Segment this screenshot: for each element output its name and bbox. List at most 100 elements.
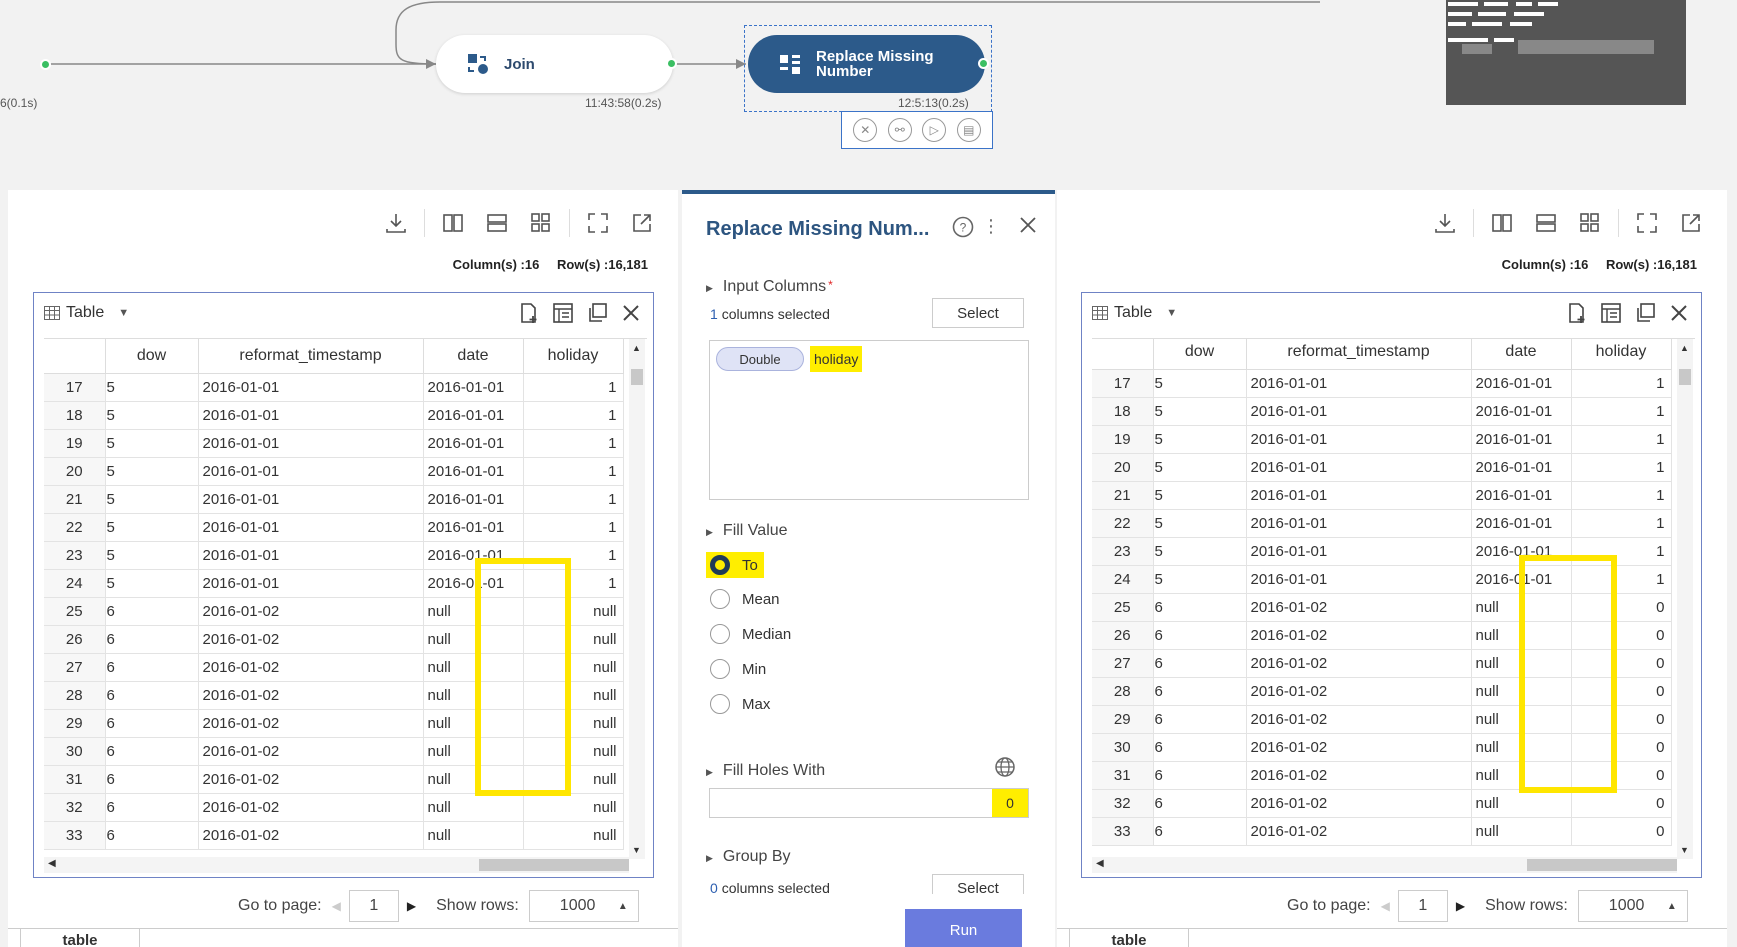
open-external-icon[interactable] xyxy=(627,208,657,238)
group-by-section[interactable]: ▶ Group By xyxy=(706,848,791,866)
close-icon[interactable] xyxy=(619,301,643,325)
help-icon[interactable]: ? xyxy=(952,216,974,238)
input-columns-section[interactable]: ▶ Input Columns * xyxy=(706,278,833,296)
table-row[interactable]: 27 6 2016-01-02 null 0 xyxy=(1092,649,1672,678)
table-row[interactable]: 31 6 2016-01-02 null null xyxy=(44,765,624,794)
table-row[interactable]: 20 5 2016-01-01 2016-01-01 1 xyxy=(44,457,624,486)
join-output-port[interactable] xyxy=(666,58,677,69)
prev-page-icon[interactable]: ◀ xyxy=(1381,899,1390,913)
radio-mean[interactable]: Mean xyxy=(710,589,780,609)
table-row[interactable]: 32 6 2016-01-02 null 0 xyxy=(1092,789,1672,818)
clipboard-icon[interactable]: ▤ xyxy=(956,118,981,142)
table-row[interactable]: 27 6 2016-01-02 null null xyxy=(44,653,624,682)
column-header[interactable]: dow xyxy=(1153,339,1247,370)
next-page-icon[interactable]: ▶ xyxy=(1456,899,1465,913)
view-type-dropdown-icon[interactable]: ▼ xyxy=(1166,307,1177,319)
run-button[interactable]: Run xyxy=(905,909,1022,947)
close-panel-icon[interactable] xyxy=(1019,216,1037,234)
stop-icon[interactable]: ✕ xyxy=(853,118,878,142)
rows-per-page-select[interactable]: 1000 ▲ xyxy=(1577,890,1688,922)
column-header[interactable]: holiday xyxy=(523,339,624,374)
copy-icon[interactable] xyxy=(585,301,609,325)
radio-min[interactable]: Min xyxy=(710,659,766,679)
table-row[interactable]: 23 5 2016-01-01 2016-01-01 1 xyxy=(44,541,624,570)
split-horizontal-icon[interactable] xyxy=(1531,208,1561,238)
table-row[interactable]: 25 6 2016-01-02 null null xyxy=(44,597,624,626)
replace-missing-number-node[interactable]: Replace Missing Number xyxy=(748,35,985,93)
more-options-icon[interactable]: ⋮ xyxy=(982,216,1000,237)
table-row[interactable]: 24 5 2016-01-01 2016-01-01 1 xyxy=(1092,565,1672,594)
table-row[interactable]: 33 6 2016-01-02 null null xyxy=(44,821,624,850)
grid-layout-icon[interactable] xyxy=(1575,208,1605,238)
next-page-icon[interactable]: ▶ xyxy=(407,899,416,913)
table-row[interactable]: 30 6 2016-01-02 null 0 xyxy=(1092,733,1672,762)
table-row[interactable]: 20 5 2016-01-01 2016-01-01 1 xyxy=(1092,453,1672,482)
radio-max[interactable]: Max xyxy=(710,694,770,714)
select-input-columns-button[interactable]: Select xyxy=(932,298,1024,328)
table-row[interactable]: 26 6 2016-01-02 null null xyxy=(44,625,624,654)
table-row[interactable]: 24 5 2016-01-01 2016-01-01 1 xyxy=(44,569,624,598)
table-row[interactable]: 32 6 2016-01-02 null null xyxy=(44,793,624,822)
table-row[interactable]: 17 5 2016-01-01 2016-01-01 1 xyxy=(44,373,624,402)
split-horizontal-icon[interactable] xyxy=(482,208,512,238)
radio-to[interactable]: To xyxy=(706,552,764,578)
fill-holes-section[interactable]: ▶ Fill Holes With xyxy=(706,762,825,780)
horizontal-scrollbar[interactable]: ◀ xyxy=(1092,857,1677,873)
data-grid[interactable]: dow reformat_timestamp date holiday 17 5 2… xyxy=(1092,338,1695,858)
table-row[interactable]: 21 5 2016-01-01 2016-01-01 1 xyxy=(44,485,624,514)
share-icon[interactable]: ⚯ xyxy=(887,118,912,142)
expand-icon[interactable] xyxy=(1632,208,1662,238)
download-icon[interactable] xyxy=(1430,208,1460,238)
table-row[interactable]: 17 5 2016-01-01 2016-01-01 1 xyxy=(1092,369,1672,398)
column-settings-icon[interactable] xyxy=(1599,301,1623,325)
output-port[interactable] xyxy=(40,59,51,70)
table-row[interactable]: 29 6 2016-01-02 null 0 xyxy=(1092,705,1672,734)
column-header[interactable]: dow xyxy=(105,339,199,374)
tab-table[interactable]: table xyxy=(1069,929,1189,947)
play-icon[interactable]: ▷ xyxy=(922,118,947,142)
copy-icon[interactable] xyxy=(1633,301,1657,325)
split-vertical-icon[interactable] xyxy=(1487,208,1517,238)
close-icon[interactable] xyxy=(1667,301,1691,325)
view-type-dropdown-icon[interactable]: ▼ xyxy=(118,307,129,319)
prev-page-icon[interactable]: ◀ xyxy=(332,899,341,913)
table-row[interactable]: 19 5 2016-01-01 2016-01-01 1 xyxy=(1092,425,1672,454)
minimap[interactable] xyxy=(1446,0,1686,105)
fill-holes-input[interactable]: 0 xyxy=(709,788,1029,818)
column-header[interactable]: holiday xyxy=(1571,339,1672,370)
radio-median[interactable]: Median xyxy=(710,624,791,644)
replace-output-port[interactable] xyxy=(978,58,989,69)
open-external-icon[interactable] xyxy=(1676,208,1706,238)
vertical-scrollbar[interactable]: ▲ ▼ xyxy=(1677,339,1693,859)
data-grid[interactable]: dow reformat_timestamp date holiday 17 5 2… xyxy=(44,338,647,858)
view-type-label[interactable]: Table xyxy=(66,304,104,322)
table-row[interactable]: 22 5 2016-01-01 2016-01-01 1 xyxy=(1092,509,1672,538)
table-row[interactable]: 21 5 2016-01-01 2016-01-01 1 xyxy=(1092,481,1672,510)
expand-icon[interactable] xyxy=(583,208,613,238)
table-row[interactable]: 22 5 2016-01-01 2016-01-01 1 xyxy=(44,513,624,542)
workflow-canvas[interactable]: 6(0.1s) Join 11:43:58(0.2s) Replace Miss… xyxy=(0,0,1737,190)
table-row[interactable]: 33 6 2016-01-02 null 0 xyxy=(1092,817,1672,846)
table-row[interactable]: 25 6 2016-01-02 null 0 xyxy=(1092,593,1672,622)
vertical-scrollbar[interactable]: ▲ ▼ xyxy=(629,339,645,859)
horizontal-scrollbar[interactable]: ◀ xyxy=(44,857,629,873)
page-input[interactable]: 1 xyxy=(1397,890,1448,922)
view-type-label[interactable]: Table xyxy=(1114,304,1152,322)
column-header[interactable]: date xyxy=(1471,339,1572,370)
split-vertical-icon[interactable] xyxy=(438,208,468,238)
add-sheet-icon[interactable] xyxy=(1565,301,1589,325)
table-row[interactable]: 19 5 2016-01-01 2016-01-01 1 xyxy=(44,429,624,458)
table-row[interactable]: 18 5 2016-01-01 2016-01-01 1 xyxy=(44,401,624,430)
select-group-by-button[interactable]: Select xyxy=(932,874,1024,894)
add-sheet-icon[interactable] xyxy=(517,301,541,325)
tab-table[interactable]: table xyxy=(20,929,140,947)
globe-icon[interactable] xyxy=(994,756,1016,783)
table-row[interactable]: 23 5 2016-01-01 2016-01-01 1 xyxy=(1092,537,1672,566)
rows-per-page-select[interactable]: 1000 ▲ xyxy=(528,890,639,922)
table-row[interactable]: 28 6 2016-01-02 null 0 xyxy=(1092,677,1672,706)
grid-layout-icon[interactable] xyxy=(526,208,556,238)
column-header[interactable]: reformat_timestamp xyxy=(198,339,424,374)
column-settings-icon[interactable] xyxy=(551,301,575,325)
table-row[interactable]: 26 6 2016-01-02 null 0 xyxy=(1092,621,1672,650)
table-row[interactable]: 28 6 2016-01-02 null null xyxy=(44,681,624,710)
